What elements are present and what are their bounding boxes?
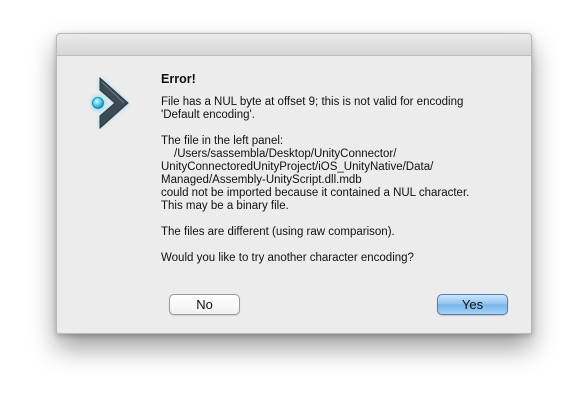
yes-button[interactable]: Yes xyxy=(437,294,508,315)
dialog-content: Error! File has a NUL byte at offset 9; … xyxy=(161,72,511,278)
no-button[interactable]: No xyxy=(169,294,240,315)
message-question: Would you like to try another character … xyxy=(161,252,511,265)
file-path-line: Managed/Assembly-UnityScript.dll.mdb xyxy=(161,174,362,186)
message-line: 'Default encoding'. xyxy=(161,109,255,121)
dialog-titlebar xyxy=(57,34,531,56)
file-path-line: UnityConnectoredUnityProject/iOS_UnityNa… xyxy=(161,161,434,173)
app-chevron-icon xyxy=(90,72,142,134)
dialog-title: Error! xyxy=(161,72,196,86)
file-path-line: /Users/sassembla/Desktop/UnityConnector/ xyxy=(174,148,397,160)
message-file-details: The file in the left panel: /Users/sasse… xyxy=(161,135,511,213)
message-line: The file in the left panel: xyxy=(161,135,284,147)
error-dialog: Error! File has a NUL byte at offset 9; … xyxy=(56,33,532,334)
message-encoding-error: File has a NUL byte at offset 9; this is… xyxy=(161,96,511,122)
message-line: File has a NUL byte at offset 9; this is… xyxy=(161,96,464,108)
message-comparison: The files are different (using raw compa… xyxy=(161,226,511,239)
message-line: could not be imported because it contain… xyxy=(161,187,470,199)
message-line: This may be a binary file. xyxy=(161,200,289,212)
message-line: Would you like to try another character … xyxy=(161,252,414,264)
message-line: The files are different (using raw compa… xyxy=(161,226,395,238)
